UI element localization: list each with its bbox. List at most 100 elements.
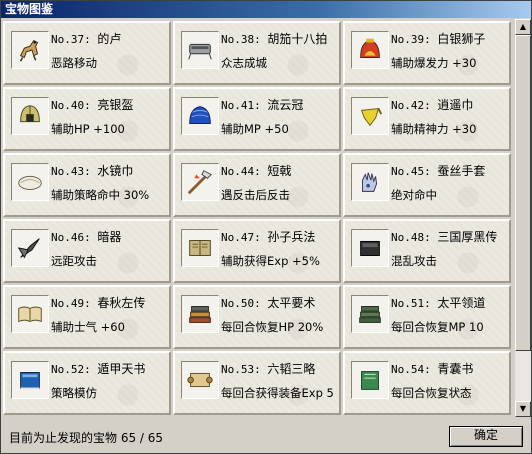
treasure-number: No.45: (391, 165, 431, 178)
treasure-name: 短戟 (267, 164, 292, 178)
treasure-number: No.47: (221, 231, 261, 244)
treasure-number-line: No.53: 六韬三略 (221, 360, 315, 377)
treasure-card[interactable]: No.45: 蚕丝手套 绝对命中 (343, 153, 511, 217)
treasure-name: 白银狮子 (437, 32, 486, 46)
treasure-card[interactable]: No.39: 白银狮子 辅助爆发力 +30 (343, 21, 511, 85)
book-stack-icon (181, 295, 219, 333)
treasure-effect: 远距攻击 (51, 254, 97, 268)
scroll-icon (181, 361, 219, 399)
treasure-effect: 策略模仿 (51, 386, 97, 400)
treasure-effect: 辅助策略命中 30% (51, 188, 150, 202)
halberd-icon (181, 163, 219, 201)
treasure-effect: 绝对命中 (391, 188, 437, 202)
silver-helmet-icon (11, 97, 49, 135)
treasure-number: No.48: (391, 231, 431, 244)
treasure-effect: 每回合恢复MP 10 (391, 320, 484, 334)
treasure-number: No.49: (51, 297, 91, 310)
treasure-name: 的卢 (97, 32, 122, 46)
treasure-effect: 辅助爆发力 +30 (391, 56, 477, 70)
treasure-number-line: No.40: 亮银盔 (51, 96, 133, 113)
vertical-scrollbar[interactable]: ▲ ▼ (515, 19, 531, 417)
treasure-card[interactable]: No.40: 亮银盔 辅助HP +100 (3, 87, 171, 151)
lion-helmet-icon (351, 31, 389, 69)
treasure-name: 逍遥巾 (437, 98, 474, 112)
treasure-card[interactable]: No.37: 的卢 恶路移动 (3, 21, 171, 85)
treasure-name: 六韬三略 (267, 362, 316, 376)
treasure-number-line: No.45: 蚕丝手套 (391, 162, 485, 179)
instrument-icon (181, 31, 219, 69)
treasure-number-line: No.42: 逍遥巾 (391, 96, 473, 113)
scroll-down-button[interactable]: ▼ (515, 401, 531, 417)
treasure-number: No.53: (221, 363, 261, 376)
treasure-name: 遁甲天书 (97, 362, 146, 376)
treasure-card[interactable]: No.43: 水镜巾 辅助策略命中 30% (3, 153, 171, 217)
treasure-card[interactable]: No.50: 太平要术 每回合恢复HP 20% (173, 285, 341, 349)
treasure-effect: 众志成城 (221, 56, 267, 70)
treasure-card[interactable]: No.52: 遁甲天书 策略模仿 (3, 351, 171, 415)
treasure-number-line: No.44: 短戟 (221, 162, 291, 179)
treasure-number: No.37: (51, 33, 91, 46)
treasure-catalog-window: 宝物图鉴 No.37: 的卢 恶路移动 No.38: 胡笳十八拍 众志成城 No.39:… (0, 0, 532, 454)
treasure-effect: 辅助精神力 +30 (391, 122, 477, 136)
treasure-grid: No.37: 的卢 恶路移动 No.38: 胡笳十八拍 众志成城 No.39: 白银狮子… (3, 21, 513, 415)
treasure-number-line: No.51: 太平领道 (391, 294, 485, 311)
headscarf-icon (351, 97, 389, 135)
treasure-effect: 辅助士气 +60 (51, 320, 125, 334)
treasure-number-line: No.49: 春秋左传 (51, 294, 145, 311)
treasure-grid-viewport: No.37: 的卢 恶路移动 No.38: 胡笳十八拍 众志成城 No.39: 白银狮子… (3, 21, 513, 419)
treasure-name: 三国厚黑传 (437, 230, 498, 244)
treasure-number: No.51: (391, 297, 431, 310)
blue-crown-icon (181, 97, 219, 135)
treasure-card[interactable]: No.48: 三国厚黑传 混乱攻击 (343, 219, 511, 283)
treasure-number-line: No.48: 三国厚黑传 (391, 228, 497, 245)
treasure-effect: 遇反击后反击 (221, 188, 290, 202)
glove-icon (351, 163, 389, 201)
treasure-name: 太平领道 (437, 296, 486, 310)
treasure-number-line: No.54: 青囊书 (391, 360, 473, 377)
treasure-number: No.44: (221, 165, 261, 178)
treasure-name: 亮银盔 (97, 98, 134, 112)
green-book-icon (351, 361, 389, 399)
treasure-name: 青囊书 (437, 362, 474, 376)
treasure-card[interactable]: No.41: 流云冠 辅助MP +50 (173, 87, 341, 151)
treasure-card[interactable]: No.38: 胡笳十八拍 众志成城 (173, 21, 341, 85)
treasure-card[interactable]: No.51: 太平领道 每回合恢复MP 10 (343, 285, 511, 349)
horse-icon (11, 31, 49, 69)
treasure-effect: 恶路移动 (51, 56, 97, 70)
treasure-number: No.52: (51, 363, 91, 376)
treasure-number-line: No.41: 流云冠 (221, 96, 303, 113)
dark-book-icon (351, 229, 389, 267)
treasure-name: 蚕丝手套 (437, 164, 486, 178)
treasure-effect: 辅助获得Exp +5% (221, 254, 320, 268)
white-scarf-icon (11, 163, 49, 201)
treasure-card[interactable]: No.42: 逍遥巾 辅助精神力 +30 (343, 87, 511, 151)
treasure-card[interactable]: No.54: 青囊书 每回合恢复状态 (343, 351, 511, 415)
treasure-name: 流云冠 (267, 98, 304, 112)
blue-book-icon (11, 361, 49, 399)
treasure-number-line: No.50: 太平要术 (221, 294, 315, 311)
treasure-card[interactable]: No.49: 春秋左传 辅助士气 +60 (3, 285, 171, 349)
treasure-name: 太平要术 (267, 296, 316, 310)
scroll-up-button[interactable]: ▲ (515, 19, 531, 35)
treasure-number-line: No.39: 白银狮子 (391, 30, 485, 47)
treasure-number: No.40: (51, 99, 91, 112)
treasure-number-line: No.37: 的卢 (51, 30, 121, 47)
scroll-thumb[interactable] (515, 35, 531, 351)
treasure-number-line: No.38: 胡笳十八拍 (221, 30, 327, 47)
treasure-number: No.42: (391, 99, 431, 112)
treasure-card[interactable]: No.44: 短戟 遇反击后反击 (173, 153, 341, 217)
treasure-effect: 辅助MP +50 (221, 122, 289, 136)
treasure-card[interactable]: No.53: 六韬三略 每回合获得装备Exp 5 (173, 351, 341, 415)
treasure-name: 孙子兵法 (267, 230, 316, 244)
window-title: 宝物图鉴 (1, 1, 531, 18)
treasure-card[interactable]: No.47: 孙子兵法辅助获得Exp +5% (173, 219, 341, 283)
treasure-number: No.38: (221, 33, 261, 46)
treasure-name: 胡笳十八拍 (267, 32, 328, 46)
treasure-number: No.39: (391, 33, 431, 46)
discovered-count-label: 目前为止发现的宝物 65 / 65 (9, 431, 164, 445)
treasure-card[interactable]: No.46: 暗器 远距攻击 (3, 219, 171, 283)
treasure-name: 春秋左传 (97, 296, 146, 310)
treasure-number: No.43: (51, 165, 91, 178)
treasure-number-line: No.46: 暗器 (51, 228, 121, 245)
ok-button[interactable]: 确定 (449, 426, 523, 447)
